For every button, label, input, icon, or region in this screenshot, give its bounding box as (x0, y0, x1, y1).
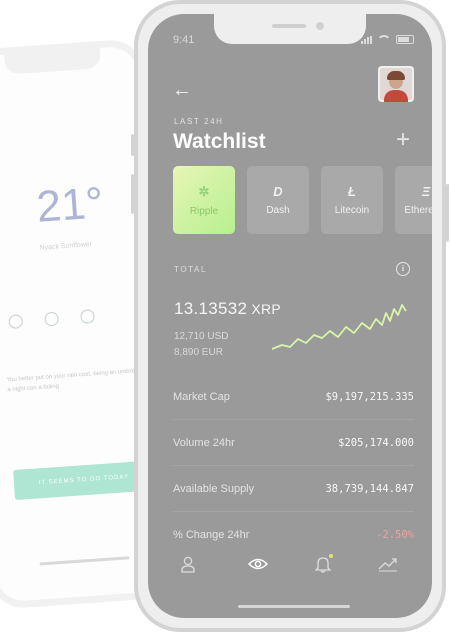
phone-frame: 9:41 ← LAST 24H Watchlist + ✲ Ripple D D… (131, 0, 449, 632)
status-time: 9:41 (173, 34, 195, 46)
total-eur: 8,890 EUR (174, 347, 223, 358)
dash-icon: D (273, 184, 283, 199)
signal-icon (361, 35, 372, 44)
stat-row-change: % Change 24hr -2.50% (173, 512, 414, 557)
coin-card-litecoin[interactable]: Ł Litecoin (321, 166, 383, 234)
stat-label: Market Cap (173, 390, 230, 403)
temperature-reading: 21° (35, 178, 105, 232)
total-label: TOTAL (174, 265, 208, 274)
stat-value: 38,739,144.847 (325, 482, 414, 495)
location-label: Nyack Sunflower (39, 241, 93, 252)
tab-trends[interactable] (376, 552, 400, 576)
tab-profile[interactable] (176, 552, 200, 576)
price-sparkline (272, 304, 407, 350)
stat-value: $9,197,215.335 (325, 390, 414, 403)
coin-card-ripple[interactable]: ✲ Ripple (173, 166, 235, 234)
tab-watchlist[interactable] (246, 552, 270, 576)
power-button (446, 184, 449, 242)
trend-icon (378, 558, 397, 572)
weather-advice-text: You better put on your rain coat, being … (6, 367, 143, 394)
home-indicator (39, 556, 130, 566)
background-phone-notch (3, 46, 102, 75)
coin-card-dash[interactable]: D Dash (247, 166, 309, 234)
page-title: Watchlist (173, 130, 266, 153)
wifi-icon (377, 35, 391, 44)
coin-card-label: Ripple (189, 205, 219, 217)
stat-row-supply: Available Supply 38,739,144.847 (173, 466, 414, 512)
weather-icons (8, 307, 130, 345)
avatar-body (384, 90, 408, 102)
stat-label: Available Supply (173, 482, 255, 495)
ripple-icon: ✲ (198, 183, 210, 199)
coin-card-label: Ethereum (404, 205, 432, 216)
tab-alerts[interactable] (311, 552, 335, 576)
section-kicker: LAST 24H (174, 117, 224, 126)
notch (214, 14, 366, 44)
add-coin-button[interactable]: + (396, 126, 410, 154)
coin-card-ethereum[interactable]: Ξ Ethereum (395, 166, 432, 234)
cloud-icon (8, 314, 24, 330)
notification-dot (329, 554, 333, 558)
profile-icon (181, 556, 195, 573)
stat-value-negative: -2.50% (376, 528, 414, 541)
tab-bar (148, 552, 432, 580)
coin-selector: ✲ Ripple D Dash Ł Litecoin Ξ Ethereum (173, 166, 432, 234)
mute-switch (131, 134, 134, 156)
litecoin-icon: Ł (348, 184, 356, 199)
drop-icon (44, 311, 60, 327)
coin-card-label: Litecoin (334, 205, 370, 216)
status-icons (361, 35, 414, 44)
total-amount: 13.13532 XRP (174, 299, 281, 319)
total-usd: 12,710 USD (174, 331, 229, 342)
avatar-hair (387, 71, 405, 80)
total-amount-value: 13.13532 (174, 299, 248, 318)
ethereum-icon: Ξ (421, 184, 431, 199)
back-arrow-icon[interactable]: ← (172, 80, 192, 100)
home-indicator (238, 605, 350, 608)
app-screen: 9:41 ← LAST 24H Watchlist + ✲ Ripple D D… (148, 14, 432, 618)
coin-stats: Market Cap $9,197,215.335 Volume 24hr $2… (173, 374, 414, 557)
battery-icon (396, 35, 414, 44)
bell-icon (315, 557, 331, 573)
stat-value: $205,174.000 (338, 436, 414, 449)
stat-label: Volume 24hr (173, 436, 235, 449)
wind-icon (80, 309, 96, 325)
stat-label: % Change 24hr (173, 528, 250, 541)
avatar[interactable] (378, 66, 414, 102)
eye-icon (248, 558, 268, 570)
volume-up-button (131, 174, 134, 214)
speaker-grille (272, 24, 306, 28)
info-icon[interactable]: i (396, 262, 410, 276)
stat-row-market-cap: Market Cap $9,197,215.335 (173, 374, 414, 420)
front-camera (316, 22, 324, 30)
coin-card-label: Dash (266, 205, 290, 216)
stat-row-volume: Volume 24hr $205,174.000 (173, 420, 414, 466)
sparkline-path (272, 304, 407, 350)
